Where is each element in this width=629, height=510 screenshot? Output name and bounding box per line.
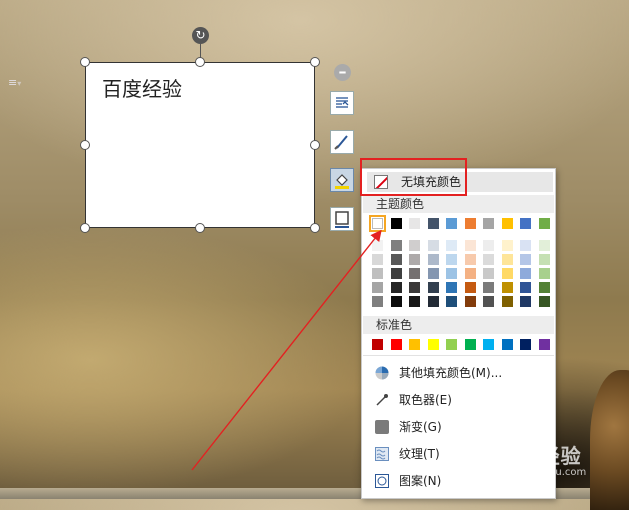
watermark-logo: Bai度经验 jingyan.baidu.com	[480, 444, 587, 478]
annotation-arrow	[191, 229, 382, 471]
